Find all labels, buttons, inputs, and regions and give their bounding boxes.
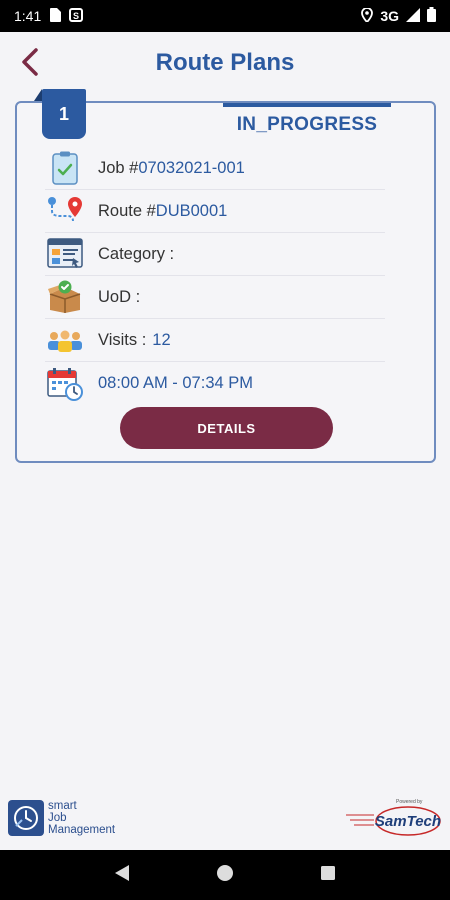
app-logo: smart Job Management: [8, 800, 115, 836]
clipboard-check-icon: [45, 150, 85, 186]
samtech-logo: Powered by SamTech: [344, 795, 444, 843]
route-status: IN_PROGRESS: [236, 114, 378, 135]
circle-home-icon: [216, 864, 234, 887]
nav-recents-button[interactable]: [308, 855, 348, 895]
location-icon: [361, 6, 374, 25]
powered-by-text: Powered by: [396, 799, 423, 805]
route-number: DUB0001: [155, 201, 228, 220]
category-label: Category :: [98, 244, 175, 263]
category-row: Category :: [45, 233, 385, 276]
details-button[interactable]: DETAILS: [120, 407, 333, 449]
time-row: 08:00 AM - 07:34 PM: [45, 362, 385, 405]
route-plan-card[interactable]: 1 IN_PROGRESS Job # 07032021-001 Route #…: [15, 89, 436, 463]
page-title: Route Plans: [155, 49, 295, 76]
route-info-list: Job # 07032021-001 Route # DUB0001 Categ…: [45, 147, 385, 405]
status-time: 1:41: [14, 8, 42, 24]
visits-label: Visits :: [98, 330, 147, 349]
route-label: Route #: [98, 201, 156, 220]
time-range: 08:00 AM - 07:34 PM: [98, 374, 254, 392]
visits-row: Visits : 12: [45, 319, 385, 362]
battery-icon: [427, 7, 436, 25]
app-header: Route Plans: [0, 32, 450, 96]
visits-count: 12: [152, 330, 171, 349]
svg-text:S: S: [73, 11, 79, 21]
job-label: Job #: [98, 158, 139, 177]
brand-text: SamTech: [375, 813, 441, 830]
category-list-icon: [45, 236, 85, 272]
signal-icon: [406, 7, 420, 25]
job-row: Job # 07032021-001: [45, 147, 385, 190]
route-pin-icon: [45, 193, 85, 229]
route-row: Route # DUB0001: [45, 190, 385, 233]
route-index-badge: 1: [34, 89, 86, 139]
job-number: 07032021-001: [138, 158, 245, 177]
people-group-icon: [45, 322, 85, 358]
uod-label: UoD :: [98, 287, 141, 306]
uod-row: UoD :: [45, 276, 385, 319]
square-recents-icon: [320, 865, 336, 886]
logo-text-line3: Management: [48, 824, 116, 836]
nav-back-button[interactable]: [102, 855, 142, 895]
sync-icon: S: [69, 7, 84, 25]
package-check-icon: [45, 279, 85, 315]
calendar-clock-icon: [45, 366, 85, 402]
triangle-back-icon: [114, 864, 130, 887]
status-bar: 1:41 S 3G: [0, 0, 450, 32]
clock-logo-icon: [8, 800, 44, 836]
network-type: 3G: [380, 8, 399, 24]
system-nav-bar: [0, 850, 450, 900]
logo-text-line2: Job: [48, 812, 67, 824]
nav-home-button[interactable]: [205, 855, 245, 895]
logo-text-line1: smart: [48, 800, 77, 812]
status-tab: IN_PROGRESS: [223, 103, 391, 143]
sim-card-icon: [49, 7, 62, 25]
